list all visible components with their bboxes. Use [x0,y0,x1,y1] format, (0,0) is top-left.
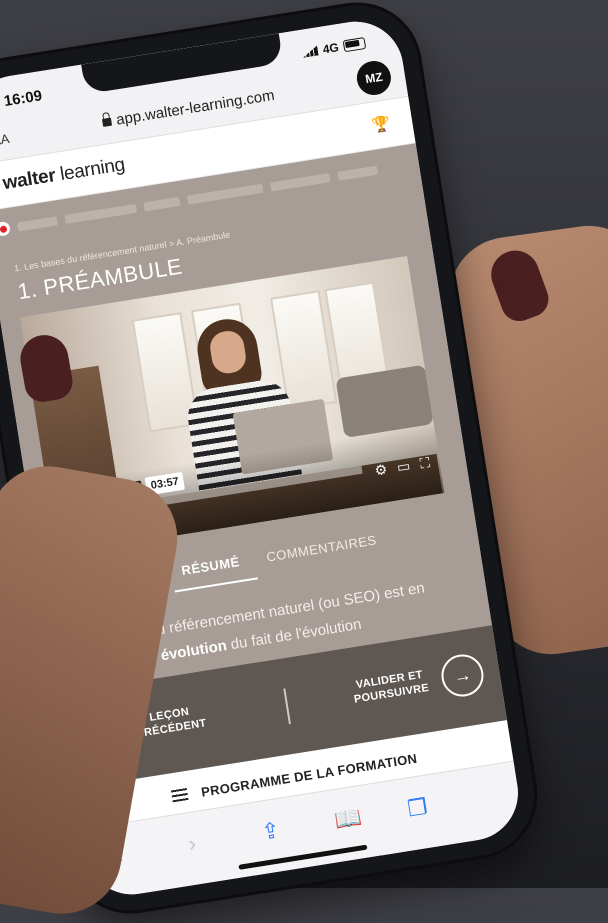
active-tab-indicator [174,577,258,593]
forward-icon[interactable]: › [186,830,197,857]
video-timeline[interactable] [155,465,363,507]
list-icon [170,788,189,803]
prev-line: PRÉCÉDENT [135,717,208,741]
video-control-icons: ⚙ ▭ ⛶ [373,454,431,479]
logo-light: learning [58,154,127,186]
validate-continue-button[interactable]: VALIDER ET POURSUIVRE → [350,651,487,713]
lock-icon [101,117,113,127]
status-time: 16:09 [2,87,44,111]
tab-comments[interactable]: COMMENTAIRES [265,532,377,564]
progress-segment[interactable] [143,196,181,211]
gear-icon[interactable]: ⚙ [373,461,388,480]
progress-segment[interactable] [64,203,137,224]
text-size-button[interactable]: AA [0,131,10,149]
record-dot-icon [0,220,11,237]
walter-learning-logo[interactable]: walter learning [1,154,126,195]
bookmarks-icon[interactable]: 📖 [333,804,364,834]
divider [283,688,291,725]
tab-summary[interactable]: RÉSUMÉ [180,554,240,578]
battery-icon [342,36,367,53]
progress-segment[interactable] [186,183,264,205]
progress-segment[interactable] [269,172,331,191]
home-indicator[interactable] [238,844,368,870]
signal-icon [301,45,318,57]
network-label: 4G [321,40,340,57]
logo-bold: walter [1,165,57,195]
share-icon[interactable]: ⇪ [260,817,282,846]
trophy-icon[interactable]: 🏆 [370,114,391,135]
fullscreen-icon[interactable]: ⛶ [419,454,431,472]
progress-segment[interactable] [17,215,58,231]
validate-continue-label: VALIDER ET POURSUIVRE [351,667,430,707]
arrow-right-icon: → [438,651,487,700]
airplay-icon[interactable]: ▭ [396,457,412,476]
status-icons: 4G [301,36,367,60]
progress-segment[interactable] [337,165,378,181]
tabs-icon[interactable]: ❐ [406,794,430,823]
